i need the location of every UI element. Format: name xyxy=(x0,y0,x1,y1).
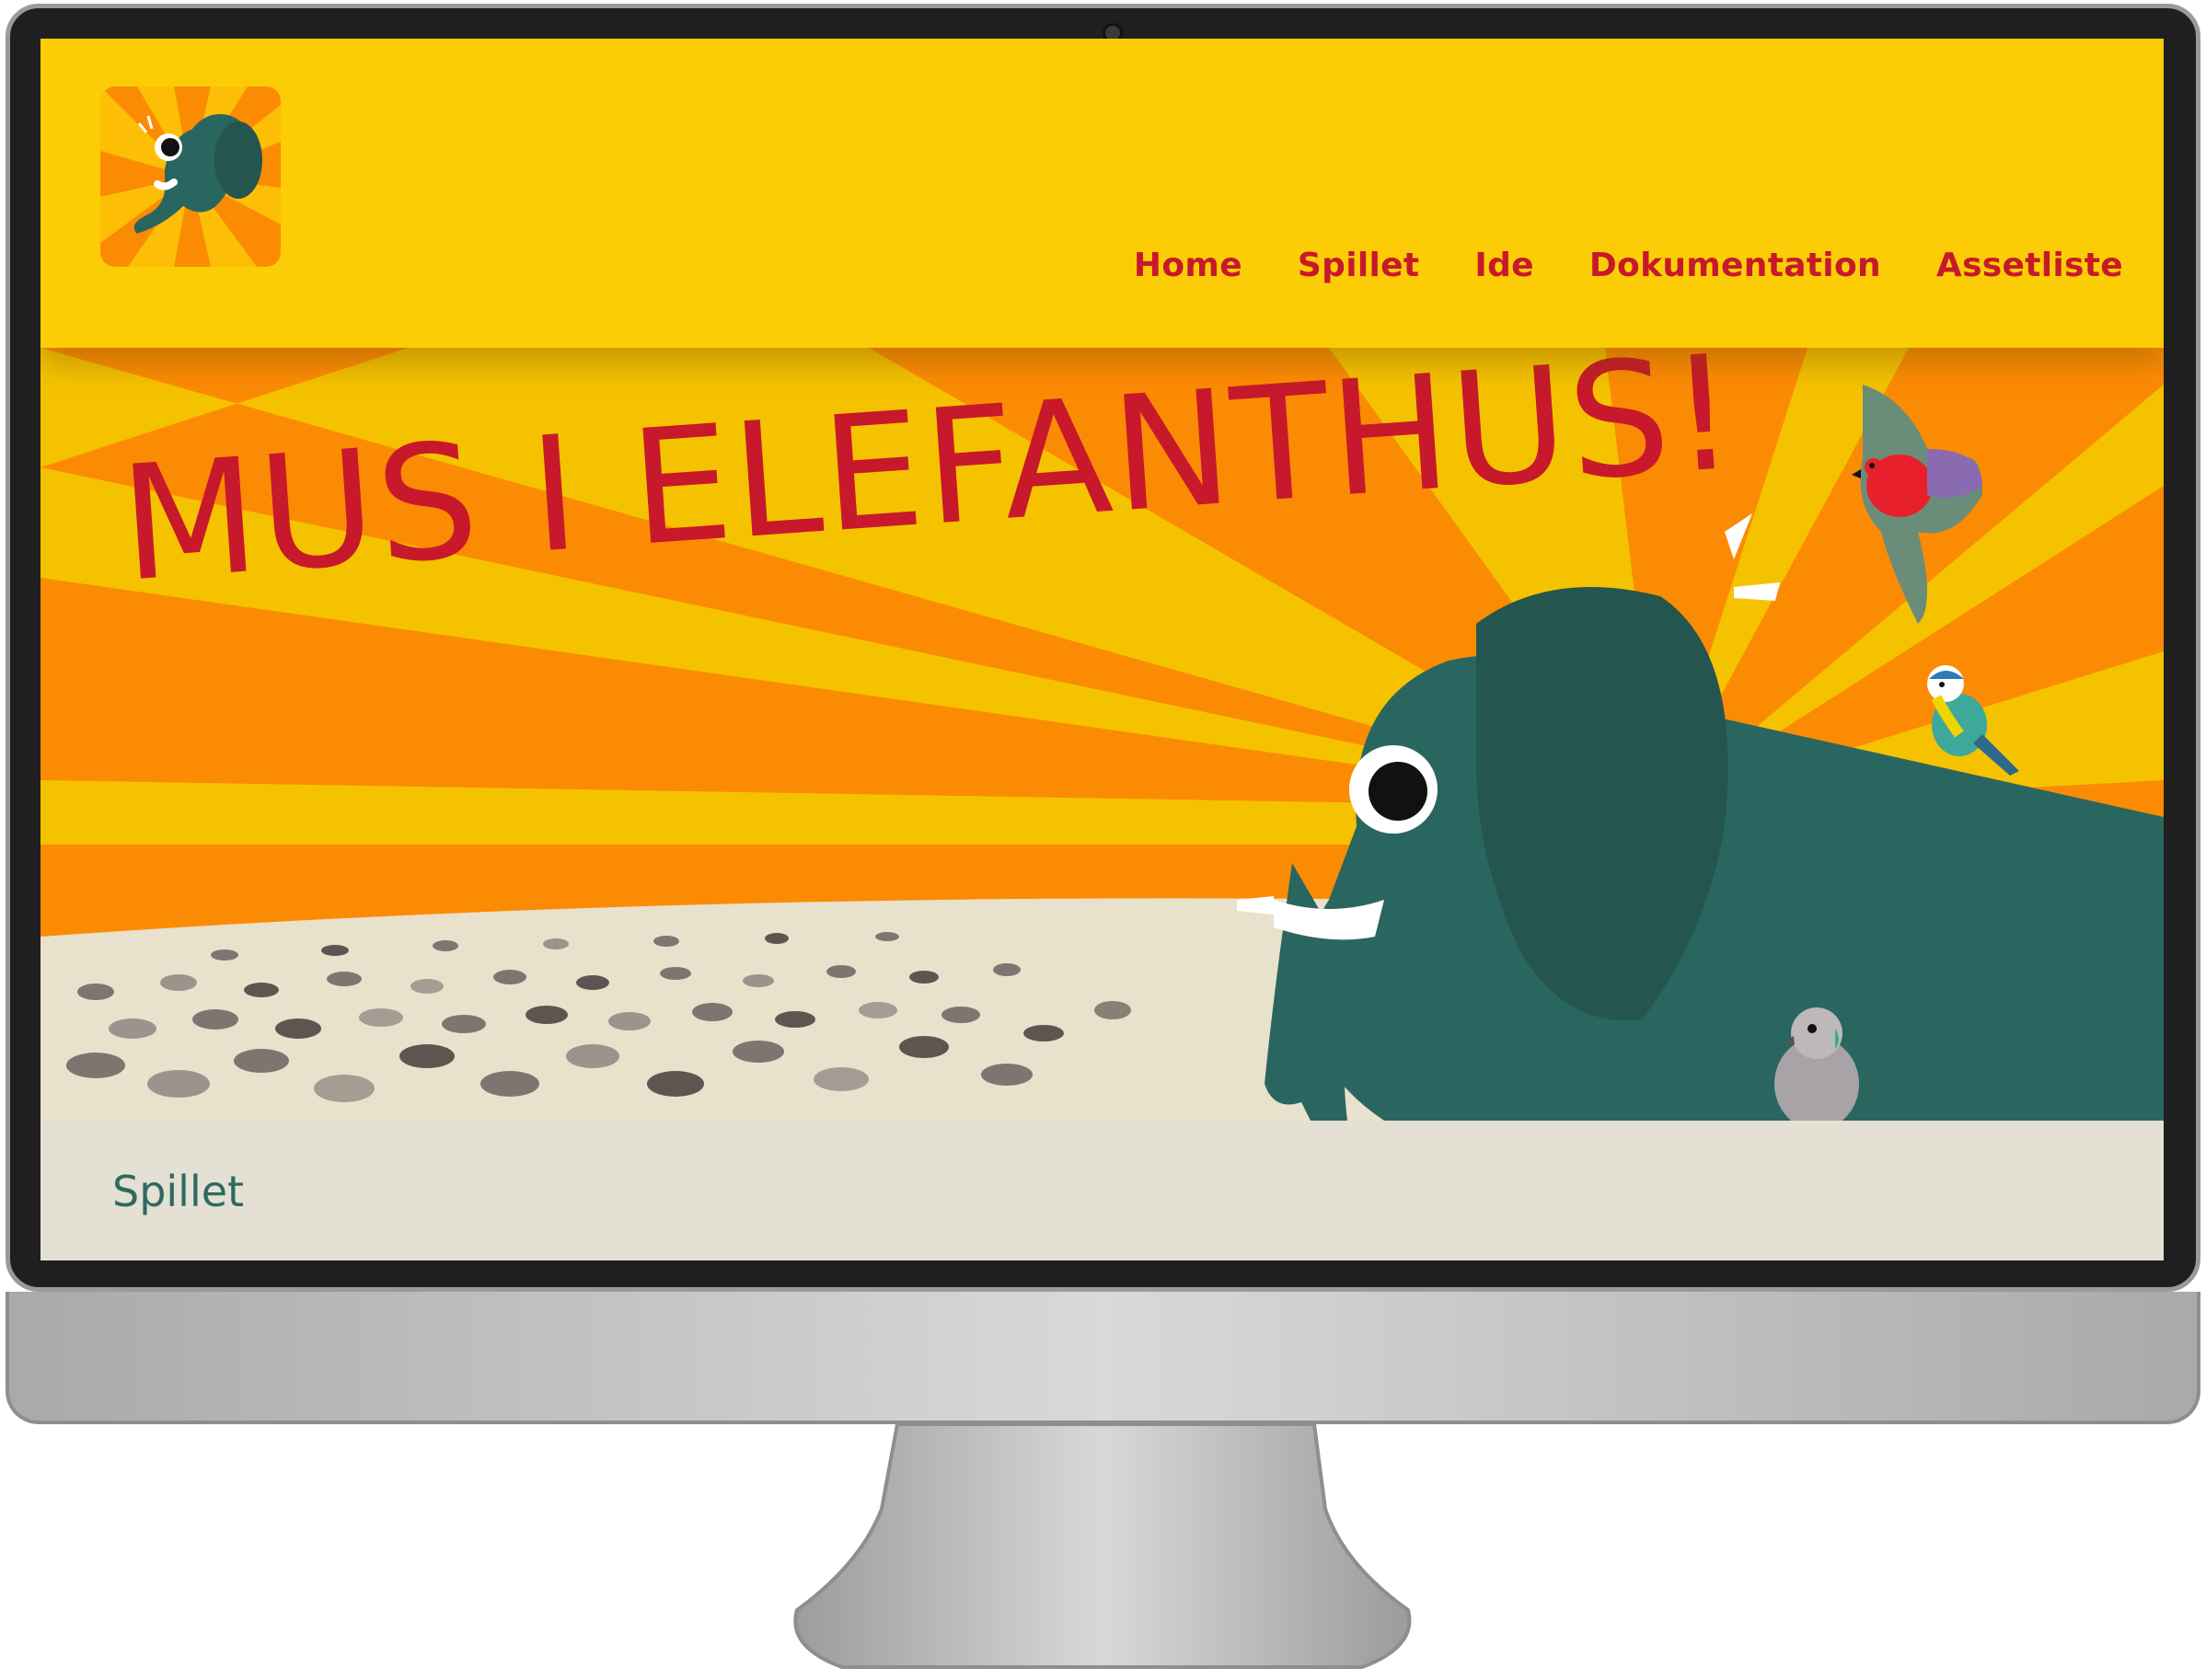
main-nav: Home Spillet Ide Dokumentation Assetlist… xyxy=(1134,247,2123,284)
content-section: Spillet xyxy=(40,1121,2164,1260)
hero-banner: MUS I ELEFANTHUS! xyxy=(40,348,2164,1121)
elephant-logo-icon xyxy=(100,86,281,267)
nav-dokumentation[interactable]: Dokumentation xyxy=(1589,247,1881,284)
nav-spillet[interactable]: Spillet xyxy=(1298,247,1419,284)
site-logo[interactable] xyxy=(100,86,281,267)
section-title: Spillet xyxy=(112,1167,245,1216)
site-header: Home Spillet Ide Dokumentation Assetlist… xyxy=(40,39,2164,348)
nav-ide[interactable]: Ide xyxy=(1474,247,1533,284)
nav-home[interactable]: Home xyxy=(1134,247,1242,284)
nav-assetliste[interactable]: Assetliste xyxy=(1936,247,2123,284)
monitor-frame: Home Spillet Ide Dokumentation Assetlist… xyxy=(0,0,2206,1680)
browser-viewport: Home Spillet Ide Dokumentation Assetlist… xyxy=(40,39,2164,1260)
